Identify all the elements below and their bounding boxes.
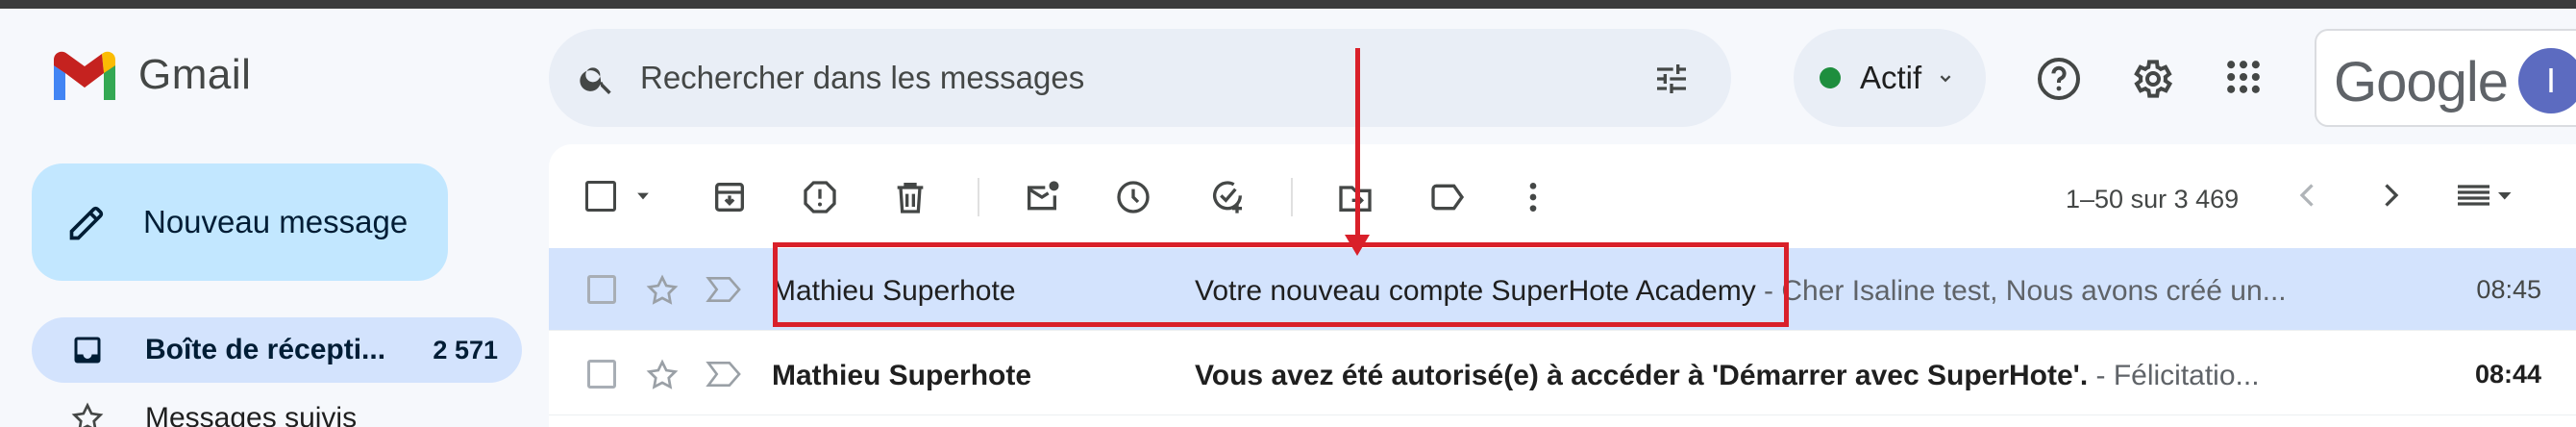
gmail-m-icon bbox=[54, 51, 115, 100]
importance-marker-icon[interactable] bbox=[706, 275, 742, 304]
annotation-highlight-box bbox=[773, 242, 1789, 327]
label-icon[interactable] bbox=[1427, 178, 1468, 216]
pagination-label: 1–50 sur 3 469 bbox=[2066, 185, 2240, 214]
search-icon[interactable] bbox=[578, 60, 616, 98]
status-label: Actif bbox=[1860, 60, 1922, 95]
chevron-down-icon bbox=[1940, 75, 1951, 83]
star-icon[interactable] bbox=[645, 273, 680, 308]
density-icon[interactable] bbox=[2450, 178, 2517, 213]
google-logo: Google bbox=[2334, 51, 2509, 113]
compose-label: Nouveau message bbox=[143, 204, 409, 239]
apps-grid-icon[interactable] bbox=[2222, 56, 2265, 98]
status-selector[interactable]: Actif bbox=[1794, 29, 1986, 127]
settings-gear-icon[interactable] bbox=[2128, 56, 2174, 102]
star-icon bbox=[71, 402, 104, 427]
select-dropdown-icon[interactable] bbox=[633, 187, 653, 206]
app-name: Gmail bbox=[138, 51, 252, 98]
row-checkbox[interactable] bbox=[587, 360, 616, 389]
snippet-text: - Félicitatio... bbox=[2088, 360, 2260, 391]
sidebar-item-starred[interactable]: Messages suivis bbox=[32, 394, 522, 427]
pencil-icon bbox=[69, 206, 104, 240]
select-all-checkbox[interactable] bbox=[585, 181, 616, 212]
report-spam-icon[interactable] bbox=[801, 178, 839, 216]
message-subject-line: Vous avez été autorisé(e) à accéder à 'D… bbox=[1195, 360, 2260, 392]
toolbar-divider bbox=[978, 178, 979, 216]
message-time: 08:45 bbox=[2476, 275, 2541, 304]
importance-marker-icon[interactable] bbox=[706, 360, 742, 389]
chevron-right-icon[interactable] bbox=[2373, 178, 2408, 213]
sidebar-item-inbox[interactable]: Boîte de récepti... 2 571 bbox=[32, 317, 522, 383]
archive-icon[interactable] bbox=[710, 178, 749, 216]
status-dot-icon bbox=[1820, 67, 1841, 88]
subject-text: Vous avez été autorisé(e) à accéder à 'D… bbox=[1195, 360, 2089, 391]
message-time: 08:44 bbox=[2474, 360, 2541, 389]
row-checkbox[interactable] bbox=[587, 275, 616, 304]
sidebar-item-label: Boîte de récepti... bbox=[145, 334, 386, 365]
chevron-left-icon[interactable] bbox=[2291, 178, 2325, 213]
snooze-clock-icon[interactable] bbox=[1114, 178, 1152, 216]
inbox-icon bbox=[74, 337, 101, 364]
compose-button[interactable]: Nouveau message bbox=[32, 163, 448, 281]
sidebar-item-label: Messages suivis bbox=[145, 402, 358, 427]
table-row[interactable]: Mathieu Superhote Vous avez été autorisé… bbox=[549, 333, 2576, 415]
help-icon[interactable] bbox=[2036, 56, 2082, 102]
snippet-text: - Cher Isaline test, Nous avons créé un.… bbox=[1755, 275, 2287, 307]
list-toolbar: 1–50 sur 3 469 bbox=[549, 144, 2576, 246]
search-bar[interactable] bbox=[549, 29, 1731, 127]
add-task-icon[interactable] bbox=[1206, 178, 1249, 216]
unread-count-badge: 2 571 bbox=[433, 335, 498, 364]
browser-top-bar bbox=[0, 0, 2576, 9]
avatar[interactable]: I bbox=[2518, 48, 2576, 113]
annotation-arrow-line bbox=[1355, 48, 1360, 240]
sender-name: Mathieu Superhote bbox=[772, 360, 1032, 391]
delete-icon[interactable] bbox=[891, 178, 929, 216]
toolbar-divider bbox=[1291, 178, 1293, 216]
star-icon[interactable] bbox=[645, 358, 680, 392]
more-vertical-icon[interactable] bbox=[1514, 178, 1552, 216]
gmail-logo[interactable]: Gmail bbox=[50, 48, 251, 102]
search-input[interactable] bbox=[640, 54, 1505, 102]
mark-unread-icon[interactable] bbox=[1022, 178, 1062, 216]
search-options-icon[interactable] bbox=[1650, 60, 1693, 98]
